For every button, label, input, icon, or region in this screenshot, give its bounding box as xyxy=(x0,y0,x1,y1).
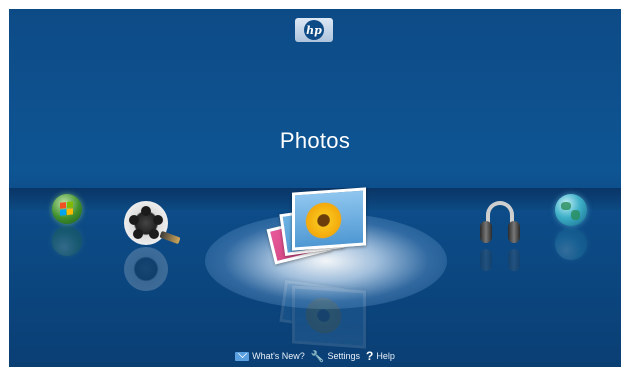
windows-orb-reflection xyxy=(52,226,82,256)
headphones-reflection xyxy=(478,247,522,291)
globe-reflection xyxy=(555,228,587,260)
settings-label: Settings xyxy=(327,351,361,361)
whats-new-label: What's New? xyxy=(252,351,305,361)
windows-orb-icon[interactable] xyxy=(52,194,82,224)
hp-logo: hp xyxy=(295,18,333,42)
footer-links: What's New? 🔧 Settings ? Help xyxy=(0,349,630,363)
section-title: Photos xyxy=(279,128,351,153)
photo-stack-reflection xyxy=(264,268,370,349)
headphones-cup-right xyxy=(508,221,520,243)
film-reel-reflection xyxy=(124,247,168,291)
photo-stack-icon[interactable] xyxy=(264,187,370,268)
whats-new-link[interactable]: What's New? xyxy=(235,351,305,361)
question-mark-icon: ? xyxy=(366,349,374,363)
help-link[interactable]: ? Help xyxy=(366,349,395,363)
hp-logo-text: hp xyxy=(304,20,324,40)
wrench-icon: 🔧 xyxy=(310,350,325,363)
envelope-icon xyxy=(235,351,250,361)
headphones-icon[interactable] xyxy=(478,201,522,245)
photo-card-sunflower xyxy=(292,187,366,251)
windows-flag xyxy=(60,201,74,216)
help-label: Help xyxy=(376,351,395,361)
headphones-cup-left xyxy=(480,221,492,243)
settings-link[interactable]: 🔧 Settings xyxy=(311,350,360,363)
globe-icon[interactable] xyxy=(555,194,587,226)
